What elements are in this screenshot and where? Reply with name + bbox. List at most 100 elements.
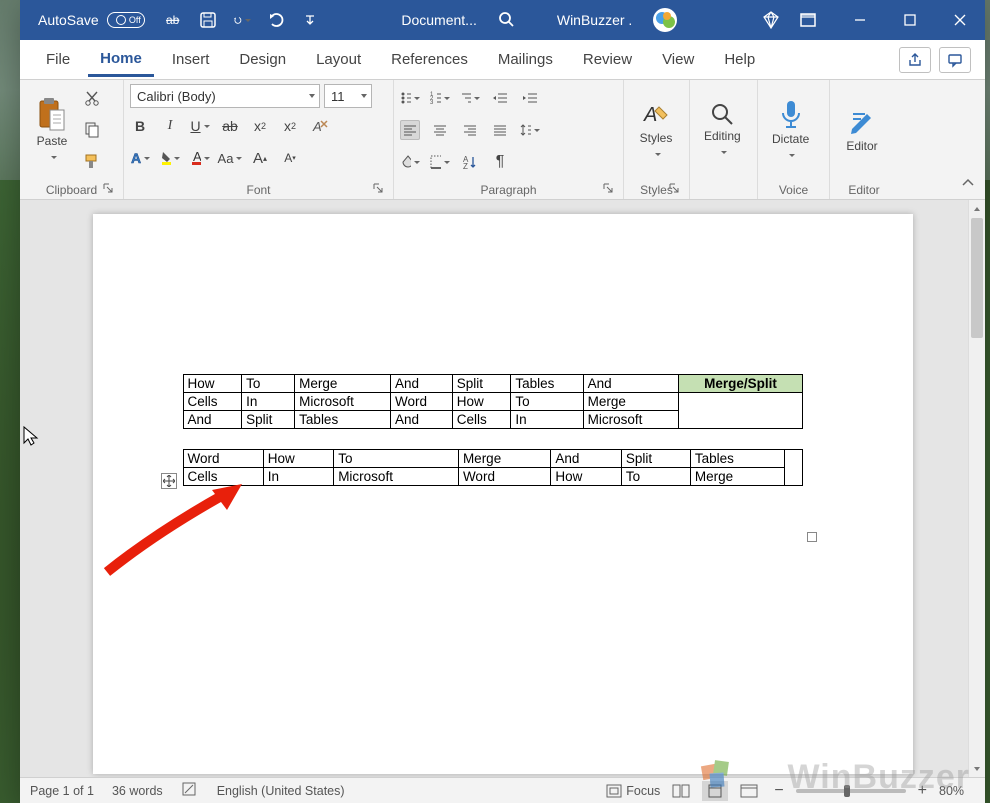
styles-dialog-launcher[interactable] [669, 183, 681, 195]
status-words[interactable]: 36 words [112, 784, 163, 798]
font-dialog-launcher[interactable] [373, 183, 385, 195]
scroll-up-button[interactable] [969, 200, 985, 217]
shrink-font-icon[interactable]: A▾ [280, 148, 300, 168]
status-page[interactable]: Page 1 of 1 [30, 784, 94, 798]
increase-indent-icon[interactable] [520, 88, 540, 108]
bullets-icon[interactable] [400, 88, 420, 108]
paragraph-dialog-launcher[interactable] [603, 183, 615, 195]
svg-text:ab: ab [166, 13, 180, 27]
font-name-combo[interactable]: Calibri (Body) [130, 84, 320, 108]
clipboard-dialog-launcher[interactable] [103, 183, 115, 195]
text-effects-icon[interactable]: A [130, 148, 150, 168]
format-painter-icon[interactable] [82, 151, 102, 171]
tab-help[interactable]: Help [712, 43, 767, 76]
editing-button[interactable]: Editing [696, 84, 749, 176]
show-marks-icon[interactable]: ¶ [490, 152, 510, 172]
sort-icon[interactable]: AZ [460, 152, 480, 172]
ribbon-display-icon[interactable] [799, 11, 817, 29]
avatar[interactable] [652, 7, 678, 33]
zoom-in-button[interactable]: + [914, 782, 931, 800]
superscript-icon[interactable]: x2 [280, 116, 300, 136]
undo-icon[interactable] [233, 11, 251, 29]
user-name[interactable]: WinBuzzer . [557, 12, 632, 28]
tab-insert[interactable]: Insert [160, 43, 222, 76]
document-title: Document... [401, 12, 476, 28]
align-center-icon[interactable] [430, 120, 450, 140]
highlight-icon[interactable] [160, 148, 180, 168]
read-mode-icon[interactable] [668, 781, 694, 801]
bold-icon[interactable]: B [130, 116, 150, 136]
zoom-slider[interactable] [796, 789, 906, 793]
tab-design[interactable]: Design [227, 43, 298, 76]
annotation-arrow [97, 482, 247, 582]
clear-formatting-icon[interactable]: A [310, 116, 330, 136]
save-icon[interactable] [199, 11, 217, 29]
qat-customize-icon[interactable] [301, 11, 319, 29]
font-color-icon[interactable]: A [190, 148, 210, 168]
table-1[interactable]: How To Merge And Split Tables And Merge/… [183, 374, 803, 429]
table-resize-handle[interactable] [807, 532, 817, 542]
strikethrough-icon[interactable]: ab [220, 116, 240, 136]
group-clipboard: Paste Clipboard [20, 80, 124, 199]
change-case-icon[interactable]: Aa [220, 148, 240, 168]
grow-font-icon[interactable]: A▴ [250, 148, 270, 168]
group-font: Calibri (Body) 11 B I U ab x2 x2 A A A A… [124, 80, 394, 199]
share-button[interactable] [899, 47, 931, 73]
svg-text:A: A [131, 150, 141, 166]
tab-home[interactable]: Home [88, 42, 154, 77]
subscript-icon[interactable]: x2 [250, 116, 270, 136]
status-language[interactable]: English (United States) [217, 784, 345, 798]
strikethrough-icon[interactable]: ab [165, 11, 183, 29]
comments-button[interactable] [939, 47, 971, 73]
tab-references[interactable]: References [379, 43, 480, 76]
ribbon-tabs: File Home Insert Design Layout Reference… [20, 40, 985, 80]
focus-mode-button[interactable]: Focus [606, 784, 660, 798]
maximize-button[interactable] [885, 0, 935, 40]
zoom-level[interactable]: 80% [939, 784, 975, 798]
zoom-out-button[interactable]: − [770, 782, 787, 800]
scroll-down-button[interactable] [969, 760, 985, 777]
spellcheck-icon[interactable] [181, 781, 199, 800]
borders-icon[interactable] [430, 152, 450, 172]
word-app-window: AutoSave Off ab Document... WinBuzzer . [20, 0, 985, 803]
web-layout-icon[interactable] [736, 781, 762, 801]
document-page[interactable]: How To Merge And Split Tables And Merge/… [93, 214, 913, 774]
multilevel-list-icon[interactable] [460, 88, 480, 108]
autosave-toggle[interactable]: AutoSave Off [38, 12, 145, 28]
redo-icon[interactable] [267, 11, 285, 29]
document-area: How To Merge And Split Tables And Merge/… [20, 200, 985, 777]
underline-icon[interactable]: U [190, 116, 210, 136]
collapse-ribbon-icon[interactable] [961, 176, 975, 193]
numbering-icon[interactable]: 123 [430, 88, 450, 108]
paste-button[interactable]: Paste [26, 84, 78, 176]
copy-icon[interactable] [82, 120, 102, 140]
justify-icon[interactable] [490, 120, 510, 140]
editor-button[interactable]: Editor [836, 84, 888, 176]
close-button[interactable] [935, 0, 985, 40]
diamond-icon[interactable] [761, 10, 781, 30]
styles-button[interactable]: A Styles [630, 84, 682, 176]
search-icon[interactable] [497, 10, 517, 31]
tab-layout[interactable]: Layout [304, 43, 373, 76]
font-size-combo[interactable]: 11 [324, 84, 372, 108]
tab-view[interactable]: View [650, 43, 706, 76]
scroll-thumb[interactable] [971, 218, 983, 338]
line-spacing-icon[interactable] [520, 120, 540, 140]
cut-icon[interactable] [82, 89, 102, 109]
svg-text:A: A [643, 104, 657, 126]
minimize-button[interactable] [835, 0, 885, 40]
tab-file[interactable]: File [34, 43, 82, 76]
align-right-icon[interactable] [460, 120, 480, 140]
tab-mailings[interactable]: Mailings [486, 43, 565, 76]
dictate-button[interactable]: Dictate [764, 84, 817, 176]
tab-review[interactable]: Review [571, 43, 644, 76]
svg-text:A: A [312, 119, 322, 134]
italic-icon[interactable]: I [160, 116, 180, 136]
table-row: Cells In Microsoft Word How To Merge [183, 393, 802, 411]
table-2[interactable]: Word How To Merge And Split Tables Cells… [183, 449, 803, 486]
vertical-scrollbar[interactable] [968, 200, 985, 777]
align-left-icon[interactable] [400, 120, 420, 140]
shading-icon[interactable] [400, 152, 420, 172]
autosave-label: AutoSave [38, 12, 99, 28]
decrease-indent-icon[interactable] [490, 88, 510, 108]
